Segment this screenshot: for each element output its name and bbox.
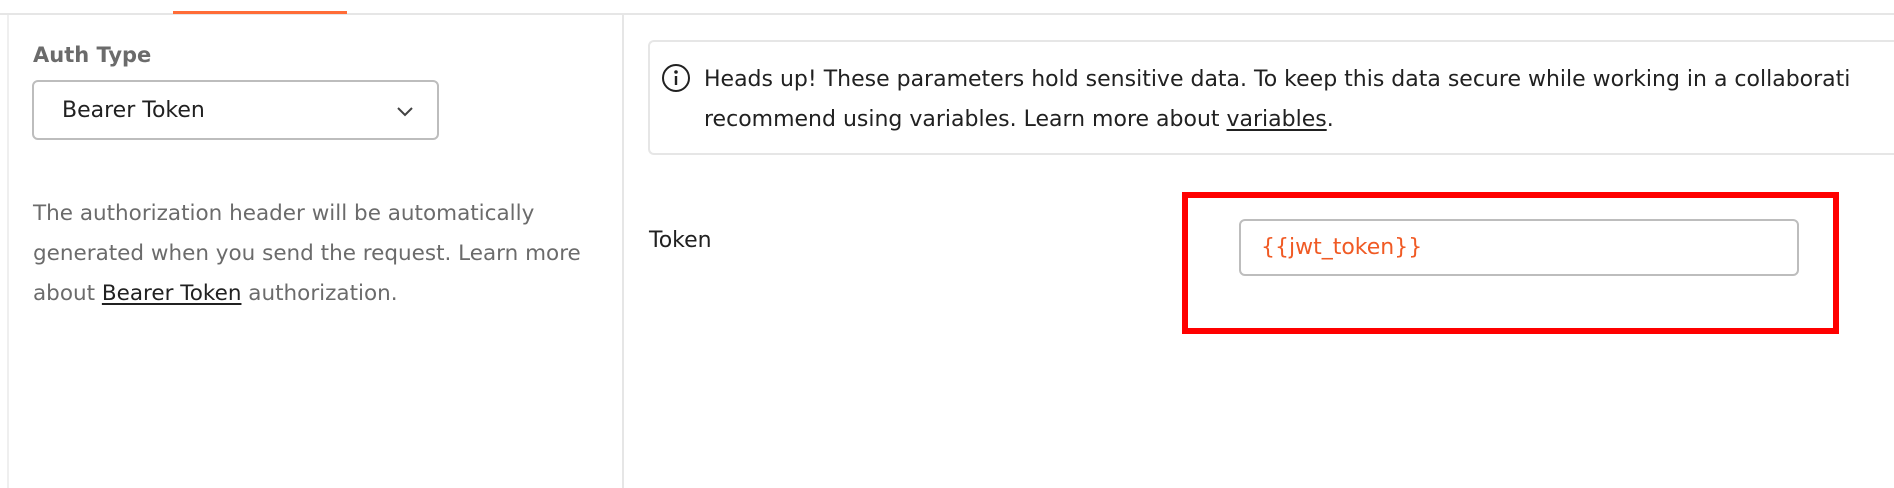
chevron-down-icon — [397, 107, 413, 117]
panel-edge — [7, 15, 9, 488]
auth-settings-panel: Auth Type Bearer Token The authorization… — [0, 0, 1894, 488]
callout-period: . — [1326, 107, 1334, 132]
auth-type-label: Auth Type — [33, 43, 152, 67]
panel-divider — [622, 15, 624, 488]
info-icon — [662, 64, 690, 92]
bearer-token-link[interactable]: Bearer Token — [102, 281, 242, 306]
token-input[interactable]: {{jwt_token}} — [1239, 219, 1799, 276]
token-input-value: {{jwt_token}} — [1261, 235, 1423, 260]
token-label: Token — [649, 228, 712, 253]
auth-type-dropdown[interactable]: Bearer Token — [32, 80, 439, 140]
variables-link[interactable]: variables — [1227, 107, 1327, 132]
callout-line-2: recommend using variables. Learn more ab… — [704, 107, 1227, 132]
auth-description: The authorization header will be automat… — [33, 194, 593, 314]
auth-type-selected-value: Bearer Token — [62, 98, 205, 123]
active-tab-indicator — [173, 11, 347, 14]
auth-description-suffix: authorization. — [241, 281, 398, 306]
callout-line-1: Heads up! These parameters hold sensitiv… — [704, 67, 1851, 92]
callout-message: Heads up! These parameters hold sensitiv… — [704, 60, 1894, 140]
sensitive-data-callout: Heads up! These parameters hold sensitiv… — [648, 40, 1894, 155]
